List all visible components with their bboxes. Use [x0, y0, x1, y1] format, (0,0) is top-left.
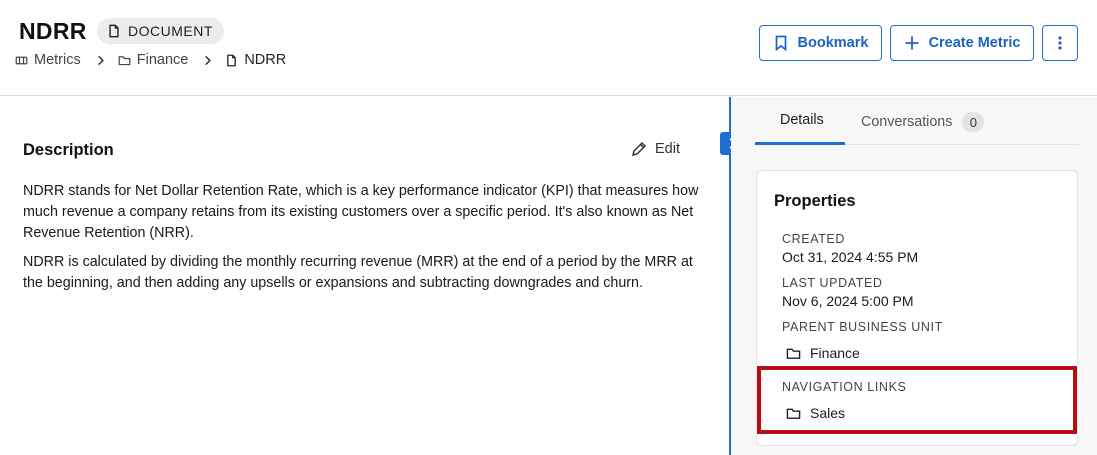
page-title: NDRR: [19, 18, 87, 44]
details-sidebar: Details Conversations 0 Properties CREAT…: [731, 97, 1097, 455]
active-tab-indicator: [755, 142, 845, 145]
page-header: NDRR DOCUMENT Metrics Finance NDRR Bookm…: [0, 0, 1097, 96]
bookmark-button-label: Bookmark: [797, 35, 869, 51]
properties-title: Properties: [774, 192, 856, 210]
created-label: CREATED: [782, 232, 846, 246]
parent-business-unit-link[interactable]: Finance: [786, 345, 860, 361]
plus-icon: [905, 36, 919, 50]
navigation-links-label: NAVIGATION LINKS: [782, 380, 907, 394]
chevron-right-icon: [95, 55, 106, 66]
create-metric-button[interactable]: Create Metric: [890, 25, 1034, 61]
pencil-icon: [631, 141, 647, 157]
last-updated-value: Nov 6, 2024 5:00 PM: [782, 293, 914, 309]
conversations-count-badge: 0: [962, 112, 985, 132]
breadcrumb-label: NDRR: [244, 52, 287, 68]
breadcrumb-label: Metrics: [34, 52, 81, 68]
navigation-link-value: Sales: [810, 405, 846, 421]
breadcrumb-item-metrics[interactable]: Metrics: [15, 52, 81, 68]
edit-button-label: Edit: [655, 141, 680, 157]
bookmark-icon: [775, 35, 786, 51]
type-badge: DOCUMENT: [97, 18, 224, 44]
folder-icon: [118, 55, 131, 65]
parent-business-unit-value: Finance: [810, 345, 860, 361]
edit-button[interactable]: Edit: [631, 141, 680, 157]
kebab-menu-icon: [1058, 36, 1062, 50]
type-badge-label: DOCUMENT: [128, 23, 213, 39]
description-paragraph: NDRR stands for Net Dollar Retention Rat…: [23, 183, 699, 241]
breadcrumb: Metrics Finance NDRR: [15, 52, 286, 68]
metrics-icon: [15, 56, 28, 64]
description-paragraph: NDRR is calculated by dividing the month…: [23, 254, 693, 291]
create-metric-button-label: Create Metric: [928, 35, 1021, 51]
tab-label: Details: [780, 112, 824, 128]
properties-card: Properties CREATED Oct 31, 2024 4:55 PM …: [756, 170, 1078, 446]
document-icon: [227, 54, 237, 66]
bookmark-button[interactable]: Bookmark: [759, 25, 882, 61]
parent-business-unit-label: PARENT BUSINESS UNIT: [782, 320, 943, 334]
breadcrumb-item-ndrr: NDRR: [225, 52, 286, 68]
folder-icon: [786, 408, 801, 419]
breadcrumb-label: Finance: [136, 52, 189, 68]
tab-details[interactable]: Details: [780, 112, 824, 128]
tab-label: Conversations: [861, 114, 953, 130]
chevron-right-icon: [202, 55, 213, 66]
tab-conversations[interactable]: Conversations 0: [861, 112, 985, 132]
main-content: Description Edit NDRR stands for Net Dol…: [0, 97, 730, 455]
created-value: Oct 31, 2024 4:55 PM: [782, 249, 919, 265]
more-options-button[interactable]: [1042, 25, 1078, 61]
description-heading: Description: [23, 141, 114, 159]
description-body: NDRR stands for Net Dollar Retention Rat…: [23, 181, 703, 302]
folder-icon: [786, 348, 801, 359]
last-updated-label: LAST UPDATED: [782, 276, 883, 290]
navigation-link-sales[interactable]: Sales: [786, 405, 845, 421]
sidebar-tabs: Details Conversations 0: [755, 97, 1079, 145]
document-icon: [109, 24, 119, 38]
breadcrumb-item-finance[interactable]: Finance: [118, 52, 189, 68]
